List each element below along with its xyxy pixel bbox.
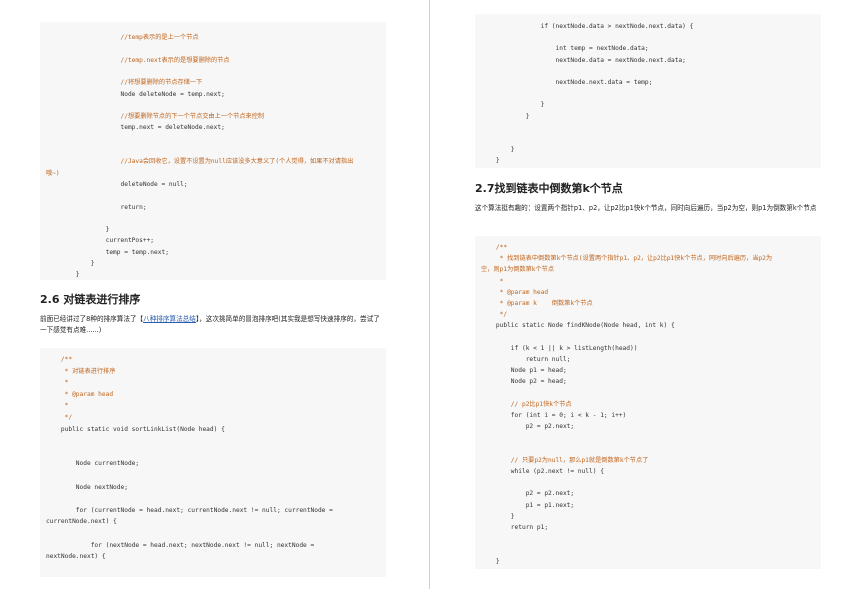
sorting-algorithms-link[interactable]: 八种排序算法总结 (143, 315, 196, 323)
code-line: p2 = p2.next; (481, 490, 575, 498)
code-line: for (nextNode = head.next; nextNode.next… (46, 541, 315, 549)
code-line: if (k < 1 || k > listLength(head)) (481, 344, 638, 352)
code-line: } (46, 226, 110, 234)
code-line: //想要删除节点的下一个节点交由上一个节点来控制 (46, 113, 265, 121)
code-line: return; (46, 203, 147, 211)
code-line: */ (481, 311, 508, 319)
code-line: Node p2 = head; (481, 378, 567, 386)
code-line: currentPos++; (46, 237, 155, 245)
code-line: } (481, 101, 545, 109)
left-page: //temp表示的是上一个节点 //temp.next表示的是想要删除的节点 /… (0, 0, 428, 589)
code-line: //temp表示的是上一个节点 (46, 34, 199, 41)
code-line: 哦~) (46, 169, 60, 177)
code-line: for (currentNode = head.next; currentNod… (46, 506, 333, 514)
code-line: nextNode.data = nextNode.next.data; (481, 56, 686, 64)
code-line: * (46, 402, 69, 410)
code-line: p1 = p1.next; (481, 501, 575, 509)
code-line: nextNode.next) { (46, 553, 106, 561)
code-line: deleteNode = null; (46, 180, 188, 188)
code-block-right-bottom: /** * 找到链表中倒数第k个节点(设置两个指针p1、p2，让p2比p1快k个… (475, 236, 821, 569)
code-line: temp.next = deleteNode.next; (46, 124, 225, 132)
code-line: } (46, 260, 95, 267)
code-line: int temp = nextNode.data; (481, 45, 649, 53)
section-heading-2-7: 2.7找到链表中倒数第k个节点 (475, 182, 623, 195)
code-line: p2 = p2.next; (481, 423, 575, 431)
code-line: Node p1 = head; (481, 367, 567, 375)
code-line: currentNode.next) { (46, 518, 117, 526)
code-line: //Java会回收它，设置不设置为null应该没多大意义了(个人觉得，如果不对请… (46, 158, 354, 166)
code-line: Node nextNode; (46, 483, 128, 491)
code-line: } (481, 157, 500, 165)
code-line: } (481, 512, 515, 520)
paragraph-2-6: 前面已经讲过了8种的排序算法了【八种排序算法总结】，这次挑简单的冒泡排序吧(其实… (40, 314, 385, 336)
paragraph-2-7: 这个算法挺有趣的：设置两个指针p1、p2，让p2比p1快k个节点，同时向后遍历，… (475, 204, 817, 212)
code-line: /** (481, 244, 508, 251)
code-line: * @param head (481, 288, 549, 296)
code-line: //将想要删除的节点存储一下 (46, 79, 203, 87)
code-line: } (46, 271, 80, 279)
code-line: * (481, 277, 504, 285)
code-line: // p2比p1快k个节点 (481, 400, 572, 408)
code-block-right-top: if (nextNode.data > nextNode.next.data) … (475, 14, 821, 168)
code-line: while (p2.next != null) { (481, 468, 604, 475)
right-page: if (nextNode.data > nextNode.next.data) … (431, 0, 855, 589)
code-line: * (46, 379, 69, 387)
code-block-left-top: //temp表示的是上一个节点 //temp.next表示的是想要删除的节点 /… (40, 22, 386, 280)
code-line: } (481, 112, 530, 120)
code-line: * @param head (46, 390, 114, 398)
code-line: public static void sortLinkList(Node hea… (46, 425, 225, 433)
code-line: 空，则p1为倒数第k个节点 (481, 266, 555, 274)
code-line: return null; (481, 356, 571, 363)
code-line: public static Node findKNode(Node head, … (481, 322, 675, 330)
code-line: for (int i = 0; i < k - 1; i++) (481, 412, 627, 419)
paragraph-2-6-prefix: 前面已经讲过了8种的排序算法了【 (40, 315, 144, 323)
code-line: //temp.next表示的是想要删除的节点 (46, 56, 230, 64)
code-line: } (481, 557, 500, 565)
code-line: Node currentNode; (46, 460, 140, 468)
code-line: */ (46, 414, 73, 421)
code-line: * 对链表进行排序 (46, 367, 116, 375)
section-heading-2-6: 2.6 对链表进行排序 (40, 293, 141, 306)
code-line: if (nextNode.data > nextNode.next.data) … (481, 23, 694, 30)
code-line: /** (46, 356, 73, 363)
code-line: * 找到链表中倒数第k个节点(设置两个指针p1、p2，让p2比p1快k个节点，同… (481, 255, 773, 263)
code-line: // 只要p2为null，那么p1就是倒数第k个节点了 (481, 456, 649, 464)
code-line: return p1; (481, 524, 549, 531)
code-line: } (481, 146, 515, 154)
code-line: temp = temp.next; (46, 248, 169, 256)
code-line: Node deleteNode = temp.next; (46, 90, 225, 98)
code-line: nextNode.next.data = temp; (481, 79, 653, 86)
code-block-left-bottom: /** * 对链表进行排序 * * @param head * */ publi… (40, 348, 386, 577)
code-line: * @param k 倒数第k个节点 (481, 300, 593, 307)
page-divider (429, 0, 430, 589)
